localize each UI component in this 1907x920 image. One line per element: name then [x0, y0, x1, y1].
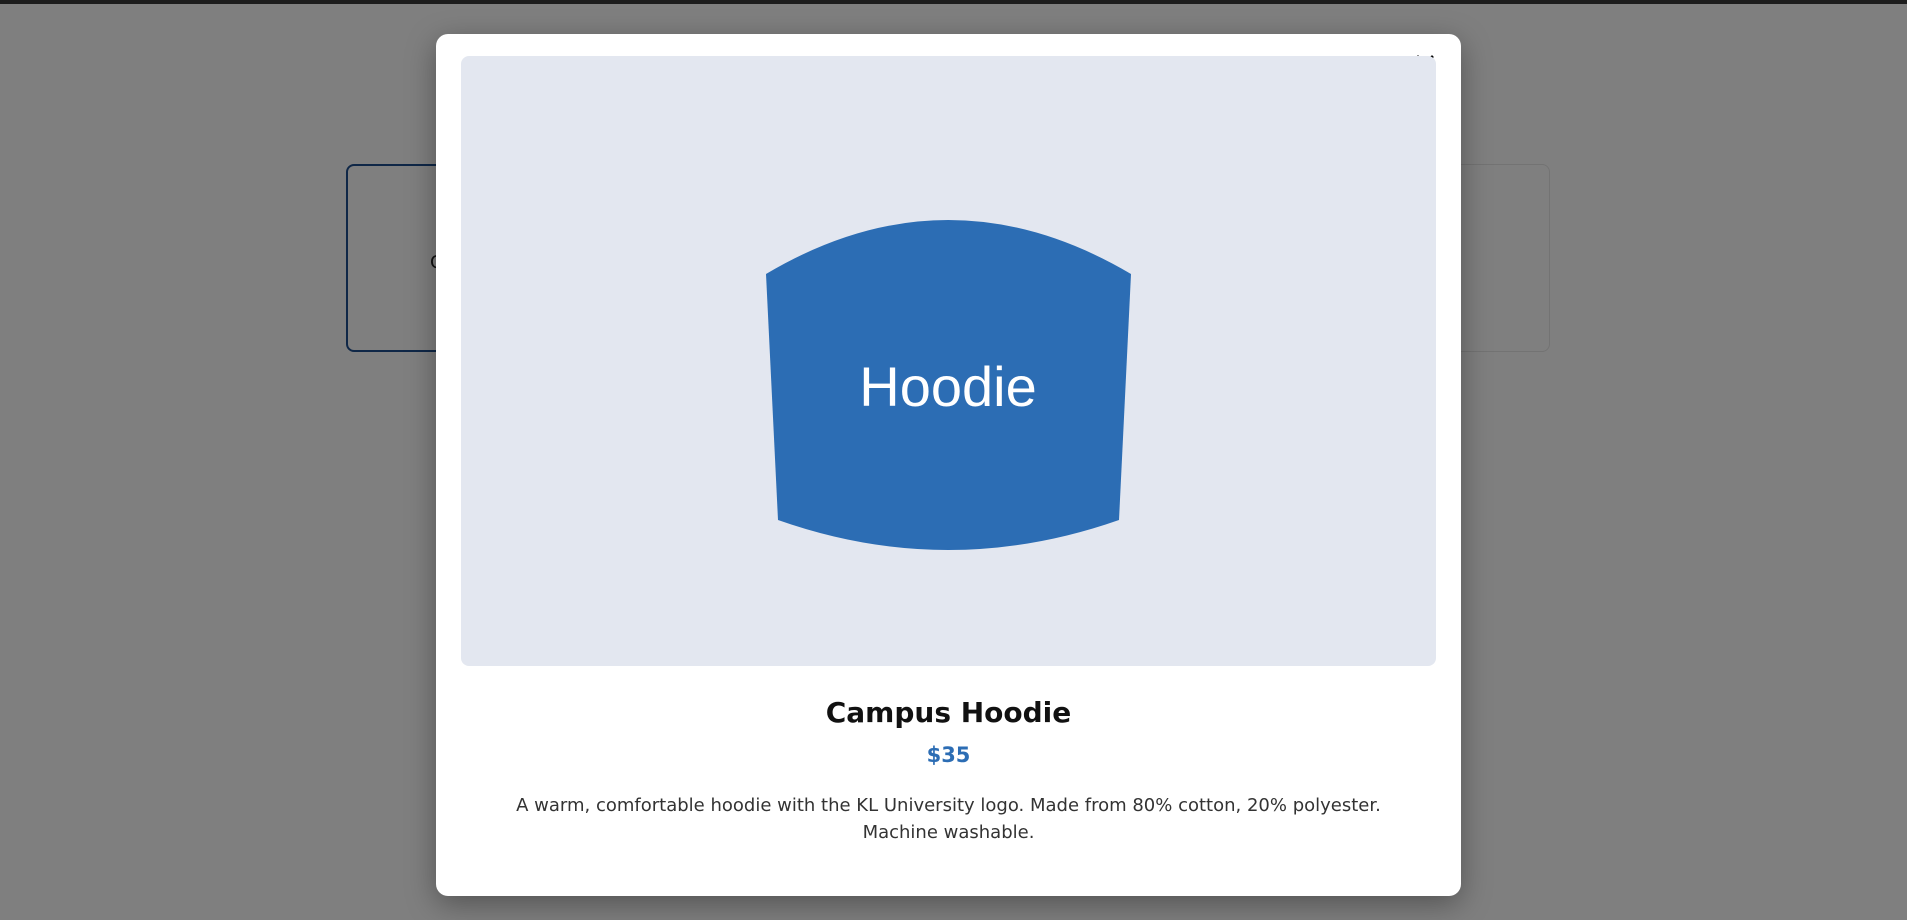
product-description: A warm, comfortable hoodie with the KL U…	[516, 795, 1381, 843]
hoodie-icon: Hoodie	[766, 220, 1131, 550]
product-title: Campus Hoodie	[825, 696, 1072, 729]
product-image: Hoodie	[461, 56, 1436, 666]
product-image-label: Hoodie	[859, 355, 1036, 418]
product-price: $35	[926, 743, 971, 767]
product-modal: Hoodie Campus Hoodie $35 A warm, comfort…	[436, 34, 1461, 896]
